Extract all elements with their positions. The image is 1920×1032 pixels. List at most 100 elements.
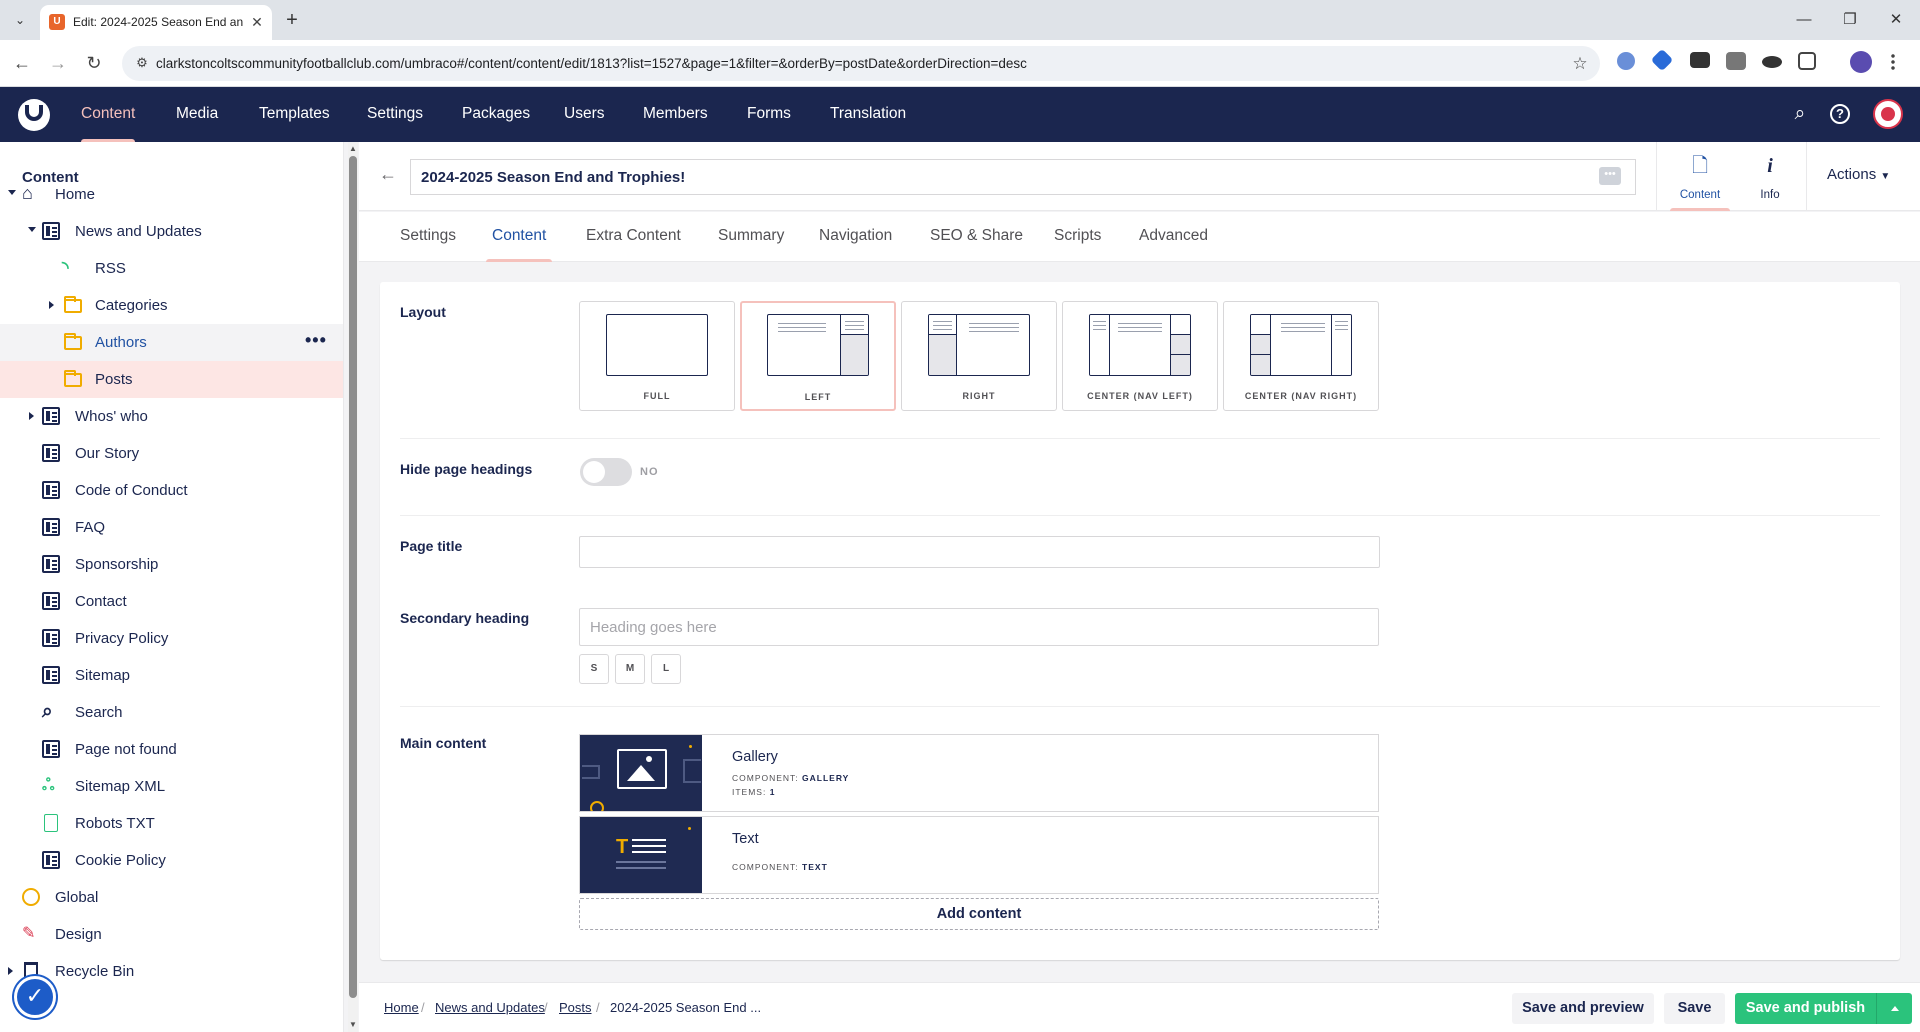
section-templates[interactable]: Templates — [259, 87, 330, 142]
reload-icon[interactable]: ↻ — [82, 51, 106, 75]
actions-button[interactable]: Actions ▼ — [1827, 166, 1890, 183]
browser-tab[interactable]: U Edit: 2024-2025 Season End and Trophie… — [40, 5, 272, 40]
publish-options-caret-icon[interactable] — [1876, 993, 1912, 1024]
hide-headings-toggle[interactable] — [580, 458, 632, 486]
tree-item-privacy-policy[interactable]: Privacy Policy — [0, 620, 343, 657]
tab-settings[interactable]: Settings — [400, 227, 456, 262]
section-content[interactable]: Content — [81, 87, 136, 142]
restore-icon[interactable]: ❐ — [1838, 8, 1862, 32]
tab-navigation[interactable]: Navigation — [819, 227, 892, 262]
back-icon[interactable]: ← — [10, 51, 34, 75]
tree-item-robots-txt[interactable]: Robots TXT — [0, 805, 343, 842]
caret-right-icon[interactable] — [29, 412, 34, 420]
extension-1-icon[interactable] — [1617, 52, 1635, 70]
help-icon[interactable]: ? — [1830, 104, 1850, 124]
address-bar[interactable]: ⚙ clarkstoncoltscommunityfootballclub.co… — [122, 46, 1600, 81]
tree-item-posts[interactable]: Posts — [0, 361, 343, 398]
tree-item-contact[interactable]: Contact — [0, 583, 343, 620]
block-text[interactable]: T Text COMPONENT: TEXT — [579, 816, 1379, 894]
tree-item-global[interactable]: Global — [0, 879, 343, 916]
new-tab-icon[interactable]: + — [281, 9, 303, 31]
breadcrumb-posts[interactable]: Posts — [559, 1000, 592, 1015]
tree-item-design[interactable]: ✎ Design — [0, 916, 343, 953]
save-button[interactable]: Save — [1664, 993, 1725, 1024]
profile-icon[interactable] — [1850, 51, 1872, 73]
node-name-input[interactable] — [410, 159, 1636, 195]
forward-icon[interactable]: → — [46, 51, 70, 75]
add-content-button[interactable]: Add content — [579, 898, 1379, 930]
more-options-icon[interactable]: ••• — [305, 330, 327, 351]
user-avatar[interactable] — [1873, 99, 1903, 129]
secondary-heading-input[interactable] — [579, 608, 1379, 646]
size-l-button[interactable]: L — [651, 654, 681, 684]
tree-item-whos-who[interactable]: Whos' who — [0, 398, 343, 435]
section-packages[interactable]: Packages — [462, 87, 530, 142]
layout-option-right[interactable]: RIGHT — [901, 301, 1057, 411]
tree-item-sitemap-xml[interactable]: ஃ Sitemap XML — [0, 768, 343, 805]
size-m-button[interactable]: M — [615, 654, 645, 684]
app-tab-content[interactable]: 🗋 Content — [1665, 142, 1735, 211]
tab-close-icon[interactable]: ✕ — [248, 13, 266, 31]
extension-5-icon[interactable] — [1762, 56, 1782, 68]
umbraco-logo-icon[interactable] — [18, 99, 50, 131]
browser-menu-icon[interactable] — [1890, 53, 1896, 71]
section-translation[interactable]: Translation — [830, 87, 906, 142]
tab-advanced[interactable]: Advanced — [1139, 227, 1208, 262]
save-and-preview-button[interactable]: Save and preview — [1512, 993, 1654, 1024]
caret-right-icon[interactable] — [8, 967, 13, 975]
back-arrow-icon[interactable]: ← — [379, 164, 397, 185]
block-gallery[interactable]: Gallery COMPONENT: GALLERY ITEMS: 1 — [579, 734, 1379, 812]
tree-item-authors[interactable]: Authors ••• — [0, 324, 343, 361]
layout-option-full[interactable]: FULL — [579, 301, 735, 411]
extensions-puzzle-icon[interactable] — [1798, 52, 1816, 70]
tree-item-our-story[interactable]: Our Story — [0, 435, 343, 472]
scroll-up-icon[interactable]: ▲ — [348, 144, 358, 154]
scroll-down-icon[interactable]: ▼ — [348, 1020, 358, 1030]
caret-right-icon[interactable] — [49, 301, 54, 309]
scroll-thumb[interactable] — [349, 156, 357, 998]
tree-item-page-not-found[interactable]: Page not found — [0, 731, 343, 768]
extension-3-icon[interactable] — [1690, 52, 1710, 68]
tree-item-code-of-conduct[interactable]: Code of Conduct — [0, 472, 343, 509]
extension-4-icon[interactable] — [1726, 52, 1746, 70]
tree-item-faq[interactable]: FAQ — [0, 509, 343, 546]
tab-scripts[interactable]: Scripts — [1054, 227, 1101, 262]
section-forms[interactable]: Forms — [747, 87, 791, 142]
tree-item-cookie-policy[interactable]: Cookie Policy — [0, 842, 343, 879]
tree-item-sitemap[interactable]: Sitemap — [0, 657, 343, 694]
tree-scrollbar[interactable]: ▲ ▼ — [348, 142, 358, 1032]
section-media[interactable]: Media — [176, 87, 218, 142]
tree-item-search[interactable]: ⌕ Search — [0, 694, 343, 731]
page-title-input[interactable] — [579, 536, 1380, 568]
layout-option-center-nav-right[interactable]: CENTER (NAV RIGHT) — [1223, 301, 1379, 411]
window-close-icon[interactable]: ✕ — [1884, 8, 1908, 32]
bookmark-star-icon[interactable]: ☆ — [1570, 54, 1590, 74]
caret-down-icon[interactable] — [8, 190, 16, 195]
layout-option-left[interactable]: LEFT — [740, 301, 896, 411]
tree-item-categories[interactable]: Categories — [0, 287, 343, 324]
layout-option-center-nav-left[interactable]: CENTER (NAV LEFT) — [1062, 301, 1218, 411]
tab-content[interactable]: Content — [485, 227, 553, 262]
tab-summary[interactable]: Summary — [718, 227, 784, 262]
size-s-button[interactable]: S — [579, 654, 609, 684]
section-members[interactable]: Members — [643, 87, 708, 142]
section-settings[interactable]: Settings — [367, 87, 423, 142]
tab-extra-content[interactable]: Extra Content — [586, 227, 681, 262]
tab-search-icon[interactable]: ⌄ — [10, 10, 30, 30]
search-icon[interactable]: ⌕ — [1787, 101, 1813, 127]
tree-item-news-and-updates[interactable]: News and Updates — [0, 213, 343, 250]
breadcrumb-home[interactable]: Home — [384, 1000, 419, 1015]
minimize-icon[interactable]: — — [1792, 8, 1816, 32]
tree-item-sponsorship[interactable]: Sponsorship — [0, 546, 343, 583]
save-and-publish-button[interactable]: Save and publish — [1735, 993, 1876, 1024]
tree-item-home[interactable]: ⌂ Home — [0, 176, 343, 213]
name-options-icon[interactable]: ••• — [1599, 167, 1621, 185]
breadcrumb-news-and-updates[interactable]: News and Updates — [435, 1000, 545, 1015]
tree-item-rss[interactable]: ◝ RSS — [0, 250, 343, 287]
accessibility-widget-icon[interactable] — [14, 976, 56, 1018]
site-info-icon[interactable]: ⚙ — [134, 55, 150, 71]
tab-seo-share[interactable]: SEO & Share — [930, 227, 1023, 262]
app-tab-info[interactable]: i Info — [1735, 142, 1805, 211]
section-users[interactable]: Users — [564, 87, 604, 142]
caret-down-icon[interactable] — [28, 227, 36, 232]
